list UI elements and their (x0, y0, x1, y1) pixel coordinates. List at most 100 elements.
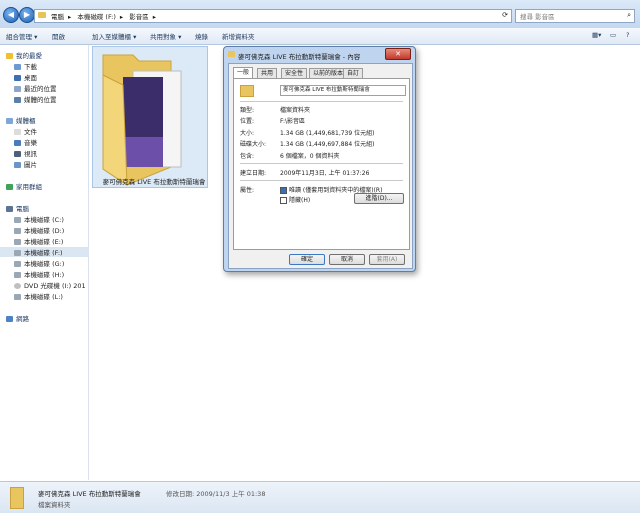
sidebar-item-drive-g[interactable]: 本機磁碟 (G:) (14, 258, 64, 268)
open-button[interactable]: 開啟 (52, 31, 65, 41)
sidebar-group-computer[interactable]: 電腦 (6, 203, 29, 213)
music-icon (14, 140, 21, 146)
dialog-title: 麥可佛克森 LIVE 布拉動斯特蘭瑞會 - 內容 (238, 53, 361, 61)
dvd-icon (14, 283, 21, 289)
type-value: 檔案資料夾 (280, 107, 311, 114)
type-label: 類型: (240, 107, 255, 114)
details-modified: 修改日期: 2009/11/3 上午 01:38 (166, 490, 266, 498)
breadcrumb-computer[interactable]: 電腦 (51, 13, 64, 21)
tab-customize[interactable]: 自訂 (343, 68, 364, 78)
address-bar-area: ◀ ▶ 電腦 ▸ 本機磁碟 (F:) ▸ 影音區 ▸ ⟳ 搜尋 影音區 ⌕ (0, 0, 640, 29)
location-value: F:\影音區 (280, 118, 306, 125)
details-type: 檔案資料夾 (38, 501, 71, 509)
sidebar-group-network[interactable]: 網路 (6, 313, 29, 323)
sidebar-item-drive-l[interactable]: 本機磁碟 (L:) (14, 291, 63, 301)
sidebar-item-downloads[interactable]: 下載 (14, 61, 37, 71)
organize-button[interactable]: 組合管理 ▾ (6, 31, 37, 41)
checkbox-icon[interactable] (280, 197, 287, 204)
refresh-icon[interactable]: ⟳ (502, 11, 508, 19)
folder-name-input[interactable]: 麥可佛克森 LIVE 布拉動斯特蘭瑞會 (280, 85, 406, 96)
folder-icon (228, 51, 235, 57)
view-options-icon[interactable]: ▦▾ (592, 31, 601, 39)
sidebar-item-dvd-drive[interactable]: DVD 光碟機 (I:) 201 (14, 280, 86, 290)
apply-button[interactable]: 套用(A) (369, 254, 405, 265)
drive-icon (14, 261, 21, 267)
size-on-disk-label: 磁碟大小: (240, 141, 267, 148)
preview-pane-icon[interactable]: ▭ (610, 31, 616, 39)
size-value: 1.34 GB (1,449,681,739 位元組) (280, 130, 375, 137)
close-button[interactable]: ✕ (385, 48, 411, 60)
details-pane: 麥可佛克森 LIVE 布拉動斯特蘭瑞會 修改日期: 2009/11/3 上午 0… (0, 481, 640, 513)
sidebar-item-documents[interactable]: 文件 (14, 126, 37, 136)
forward-button[interactable]: ▶ (19, 7, 35, 23)
separator (240, 163, 403, 164)
hidden-checkbox[interactable]: 隱藏(H) (280, 195, 310, 204)
sidebar-item-drive-c[interactable]: 本機磁碟 (C:) (14, 214, 64, 224)
command-bar: 組合管理 ▾ 開啟 加入至媒體櫃 ▾ 共用對象 ▾ 燒錄 新增資料夾 ▦▾ ▭ … (0, 28, 640, 45)
folder-thumbnail-icon (102, 54, 182, 186)
created-label: 建立日期: (240, 170, 267, 177)
sidebar-item-drive-d[interactable]: 本機磁碟 (D:) (14, 225, 64, 235)
created-value: 2009年11月3日, 上午 01:37:26 (280, 170, 370, 177)
separator (240, 101, 403, 102)
sidebar-item-music[interactable]: 音樂 (14, 137, 37, 147)
location-label: 位置: (240, 118, 255, 125)
drive-icon (14, 294, 21, 300)
computer-icon (6, 206, 13, 212)
search-input[interactable]: 搜尋 影音區 ⌕ (515, 9, 635, 23)
burn-button[interactable]: 燒錄 (195, 31, 208, 41)
share-with-button[interactable]: 共用對象 ▾ (150, 31, 181, 41)
details-name: 麥可佛克森 LIVE 布拉動斯特蘭瑞會 (38, 490, 141, 498)
folder-icon (240, 85, 254, 97)
separator (240, 180, 403, 181)
folder-icon (38, 12, 46, 18)
dialog-body: 一般 共用 安全性 以前的版本 自訂 麥可佛克森 LIVE 布拉動斯特蘭瑞會 類… (228, 63, 413, 269)
drive-icon (14, 217, 21, 223)
breadcrumb-folder[interactable]: 影音區 (129, 13, 149, 21)
help-icon[interactable]: ? (626, 31, 629, 39)
address-field[interactable]: 電腦 ▸ 本機磁碟 (F:) ▸ 影音區 ▸ ⟳ (34, 9, 512, 23)
media-icon (14, 97, 21, 103)
documents-icon (14, 129, 21, 135)
drive-icon (14, 272, 21, 278)
sidebar-group-libraries[interactable]: 媒體櫃 (6, 115, 36, 125)
star-icon (6, 53, 13, 59)
cancel-button[interactable]: 取消 (329, 254, 365, 265)
videos-icon (14, 151, 21, 157)
folder-label[interactable]: 麥可佛克森 LIVE 布拉動斯特蘭瑞會 (92, 176, 216, 186)
breadcrumb-drive[interactable]: 本機磁碟 (F:) (77, 13, 116, 21)
sidebar-item-desktop[interactable]: 桌面 (14, 72, 37, 82)
include-in-library-button[interactable]: 加入至媒體櫃 ▾ (92, 31, 136, 41)
sidebar-item-drive-h[interactable]: 本機磁碟 (H:) (14, 269, 64, 279)
sidebar-item-recent[interactable]: 最近的位置 (14, 83, 57, 93)
attributes-label: 屬性: (240, 187, 255, 194)
contains-label: 包含: (240, 153, 255, 160)
network-icon (6, 316, 13, 322)
folder-item[interactable] (92, 46, 208, 188)
checkbox-indeterminate-icon[interactable] (280, 187, 287, 194)
folder-icon (10, 487, 24, 509)
sidebar-item-pictures[interactable]: 圖片 (14, 159, 37, 169)
desktop-icon (14, 75, 21, 81)
ok-button[interactable]: 確定 (289, 254, 325, 265)
size-label: 大小: (240, 130, 255, 137)
tab-previous-versions[interactable]: 以前的版本 (309, 68, 348, 78)
sidebar-item-videos[interactable]: 視訊 (14, 148, 37, 158)
tab-sharing[interactable]: 共用 (257, 68, 278, 78)
new-folder-button[interactable]: 新增資料夾 (222, 31, 255, 41)
sidebar-item-drive-f[interactable]: 本機磁碟 (F:) (0, 247, 96, 257)
downloads-icon (14, 64, 21, 70)
homegroup-icon (6, 184, 13, 190)
sidebar-group-homegroup[interactable]: 家用群組 (6, 181, 42, 191)
back-button[interactable]: ◀ (3, 7, 19, 23)
sidebar-item-drive-e[interactable]: 本機磁碟 (E:) (14, 236, 63, 246)
general-tab-panel: 麥可佛克森 LIVE 布拉動斯特蘭瑞會 類型: 檔案資料夾 位置: F:\影音區… (233, 78, 410, 250)
size-on-disk-value: 1.34 GB (1,449,697,884 位元組) (280, 141, 375, 148)
search-icon[interactable]: ⌕ (627, 11, 631, 20)
advanced-button[interactable]: 進階(D)... (354, 193, 404, 204)
tab-security[interactable]: 安全性 (281, 68, 308, 78)
drive-icon (14, 239, 21, 245)
recent-places-icon (14, 86, 21, 92)
sidebar-group-favorites[interactable]: 我的最愛 (6, 50, 42, 60)
sidebar-item-media[interactable]: 媒體的位置 (14, 94, 57, 104)
